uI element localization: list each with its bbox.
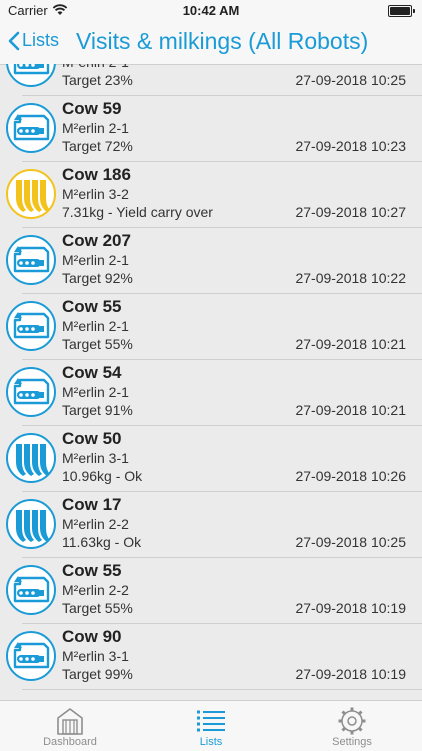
tab-lists[interactable]: Lists xyxy=(141,701,281,751)
tab-bar: Dashboard Lists Settings xyxy=(0,700,422,751)
tab-settings[interactable]: Settings xyxy=(282,701,422,751)
robot-visit-icon xyxy=(6,235,56,285)
list-item[interactable]: Cow 186 M²erlin 3-2 7.31kg - Yield carry o… xyxy=(0,162,422,228)
robot-name: M²erlin 2-1 xyxy=(62,64,129,70)
visit-date: 27-09-2018 10:27 xyxy=(295,204,406,220)
visit-detail: 11.63kg - Ok xyxy=(62,534,142,550)
visit-date: 27-09-2018 10:23 xyxy=(295,138,406,154)
visit-detail: Target 92% xyxy=(62,270,133,286)
visit-date: 27-09-2018 10:19 xyxy=(295,600,406,616)
robot-visit-icon xyxy=(6,367,56,417)
visit-detail: Target 72% xyxy=(62,138,133,154)
page-title: Visits & milkings (All Robots) xyxy=(76,28,369,54)
list-item[interactable]: Cow 55 M²erlin 2-1 Target 55% 27-09-2018 10… xyxy=(0,294,422,360)
list-item[interactable]: Cow 59 M²erlin 2-1 Target 72% 27-09-2018 10… xyxy=(0,96,422,162)
visit-date: 27-09-2018 10:21 xyxy=(295,402,406,418)
milking-ok-icon xyxy=(6,433,56,483)
visit-detail: 10.96kg - Ok xyxy=(62,468,143,484)
list-item[interactable]: Cow 55 M²erlin 2-2 Target 55% 27-09-2018 10… xyxy=(0,558,422,624)
visit-date: 27-09-2018 10:22 xyxy=(295,270,406,286)
robot-name: M²erlin 3-1 xyxy=(62,450,129,466)
visit-date: 27-09-2018 10:21 xyxy=(295,336,406,352)
robot-name: M²erlin 2-2 xyxy=(62,582,129,598)
milking-ok-icon xyxy=(6,499,56,549)
robot-visit-icon xyxy=(6,565,56,615)
status-bar: Carrier 10:42 AM xyxy=(0,0,422,22)
robot-name: M²erlin 3-2 xyxy=(62,186,129,202)
visit-detail: Target 55% xyxy=(62,600,133,616)
visit-detail: Target 23% xyxy=(62,72,133,88)
cow-name: Cow 207 xyxy=(62,231,131,250)
list-item[interactable]: Cow 54 M²erlin 2-1 Target 91% 27-09-2018 10… xyxy=(0,360,422,426)
list-item[interactable]: M²erlin 2-1 Target 23% 27-09-2018 10:25 xyxy=(0,64,422,96)
tab-dashboard[interactable]: Dashboard xyxy=(0,701,140,751)
visit-detail: Target 91% xyxy=(62,402,133,418)
chevron-left-icon xyxy=(8,31,20,50)
visit-detail: 7.31kg - Yield carry over xyxy=(62,204,213,220)
navigation-bar: Lists Visits & milkings (All Robots) xyxy=(0,22,422,65)
battery-icon xyxy=(388,5,415,17)
tab-label: Dashboard xyxy=(43,736,97,748)
milking-yield-carry-over-icon xyxy=(6,169,56,219)
tab-label: Settings xyxy=(332,736,372,748)
cow-name: Cow 50 xyxy=(62,429,122,448)
robot-name: M²erlin 2-1 xyxy=(62,384,129,400)
visit-date: 27-09-2018 10:19 xyxy=(295,666,406,682)
list-icon xyxy=(196,706,226,736)
visit-detail: Target 99% xyxy=(62,666,133,682)
visit-detail: Target 55% xyxy=(62,336,133,352)
row-divider xyxy=(22,689,422,690)
barn-icon xyxy=(55,706,85,736)
list-item[interactable]: Cow 50 M²erlin 3-1 10.96kg - Ok 27-09-2018 … xyxy=(0,426,422,492)
robot-name: M²erlin 2-1 xyxy=(62,318,129,334)
robot-visit-icon xyxy=(6,103,56,153)
robot-name: M²erlin 2-1 xyxy=(62,120,129,136)
tab-label: Lists xyxy=(199,736,223,748)
visit-date: 27-09-2018 10:25 xyxy=(295,72,406,88)
cow-name: Cow 17 xyxy=(62,495,122,514)
list-item[interactable]: Cow 90 M²erlin 3-1 Target 99% 27-09-2018 10… xyxy=(0,624,422,690)
robot-visit-icon xyxy=(6,301,56,351)
robot-name: M²erlin 2-1 xyxy=(62,252,129,268)
robot-name: M²erlin 3-1 xyxy=(62,648,129,664)
cow-name: Cow 59 xyxy=(62,99,122,118)
back-button[interactable]: Lists xyxy=(8,30,59,51)
visits-list[interactable]: M²erlin 2-1Target 23%27-09-2018 10:25Cow… xyxy=(0,64,422,700)
robot-name: M²erlin 2-2 xyxy=(62,516,129,532)
cow-name: Cow 55 xyxy=(62,561,122,580)
robot-visit-icon xyxy=(6,64,56,87)
gear-icon xyxy=(337,706,367,736)
cow-name: Cow 90 xyxy=(62,627,122,646)
back-label: Lists xyxy=(22,30,60,50)
visit-date: 27-09-2018 10:26 xyxy=(295,468,406,484)
visit-date: 27-09-2018 10:25 xyxy=(295,534,406,550)
robot-visit-icon xyxy=(6,631,56,681)
cow-name: Cow 55 xyxy=(62,297,122,316)
list-item[interactable]: Cow 17 M²erlin 2-2 11.63kg - Ok 27-09-2018 … xyxy=(0,492,422,558)
cow-name: Cow 186 xyxy=(62,165,131,184)
status-time: 10:42 AM xyxy=(182,3,240,18)
list-item[interactable]: Cow 207 M²erlin 2-1 Target 92% 27-09-2018 1… xyxy=(0,228,422,294)
cow-name: Cow 54 xyxy=(62,363,122,382)
